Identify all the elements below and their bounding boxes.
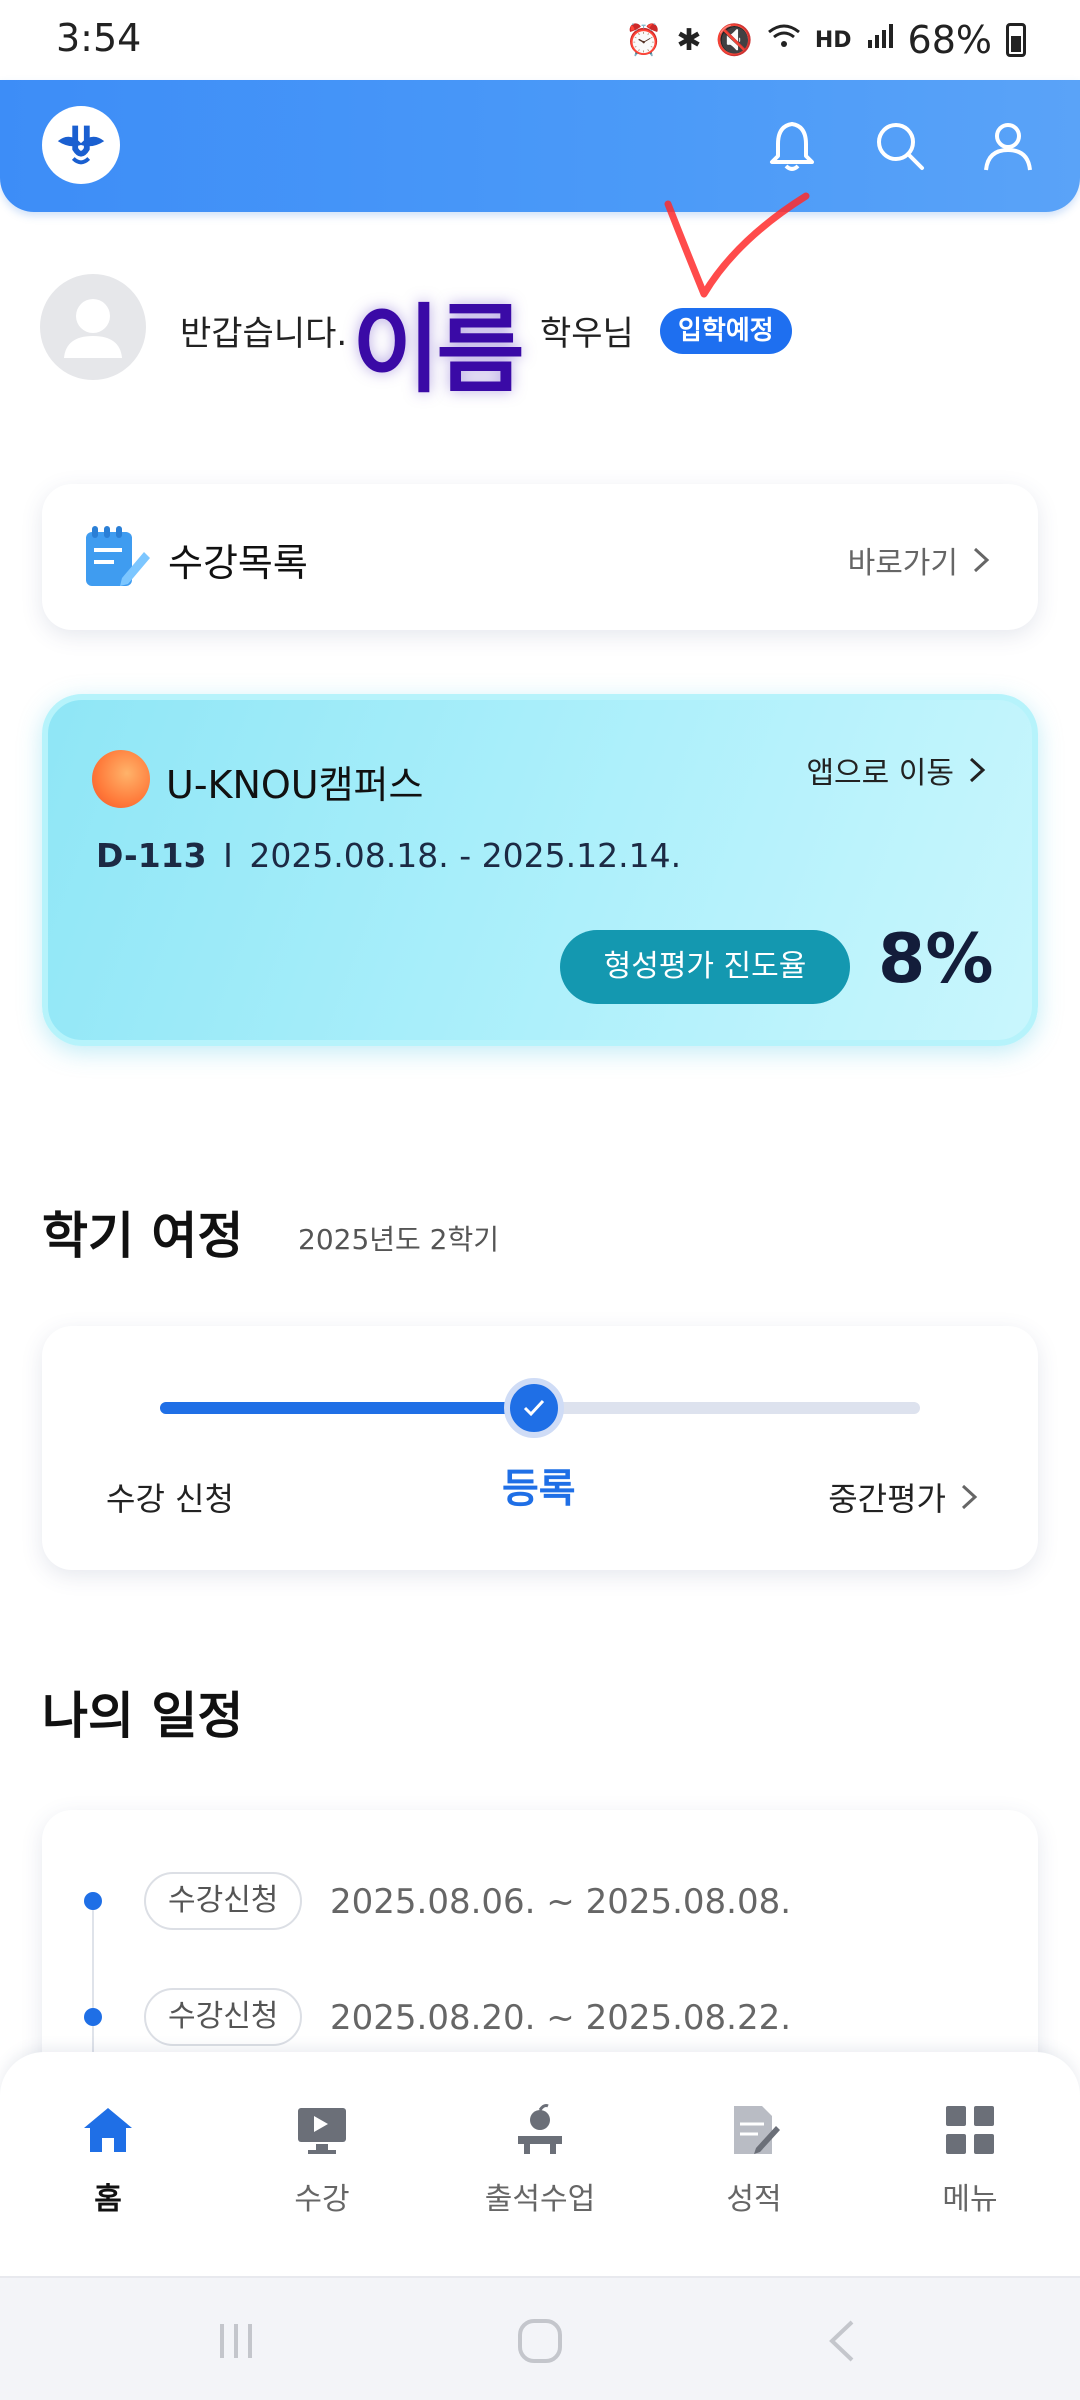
journey-section-title: 학기 여정 xyxy=(42,1207,244,1265)
app-header xyxy=(0,80,1080,212)
stage-previous: 수강 신청 xyxy=(106,1480,234,1518)
recent-apps-icon[interactable] xyxy=(206,2316,266,2366)
open-app-label: 앱으로 이동 xyxy=(806,756,954,791)
schedule-date: 2025.08.20. ~ 2025.08.22. xyxy=(330,1998,792,2038)
stage-next: 중간평가 xyxy=(828,1480,946,1518)
campus-title: U-KNOU캠퍼스 xyxy=(166,763,424,807)
progress-label-pill: 형성평가 진도율 xyxy=(560,930,850,1004)
course-list-card[interactable]: 수강목록 바로가기 xyxy=(42,484,1038,630)
open-app-link[interactable]: 앱으로 이동 xyxy=(806,748,986,792)
schedule-item[interactable]: 수강신청 2025.08.06. ~ 2025.08.08. xyxy=(42,1872,1038,1932)
user-name: 이름 xyxy=(352,294,525,406)
grades-icon xyxy=(734,2106,780,2154)
chevron-right-icon xyxy=(973,547,990,573)
journey-track-fill xyxy=(160,1402,540,1414)
schedule-item[interactable]: 수강신청 2025.08.20. ~ 2025.08.22. xyxy=(42,1988,1038,2048)
bottom-nav: 홈 수강 출석수업 성적 메뉴 xyxy=(0,2052,1080,2276)
avatar[interactable] xyxy=(40,274,146,380)
system-nav-bar xyxy=(0,2276,1080,2400)
status-icons: ⏰ ✱ 🔇 HD 68% xyxy=(625,18,1026,62)
menu-grid-icon xyxy=(946,2106,994,2154)
nav-item-menu[interactable]: 메뉴 xyxy=(880,2102,1060,2232)
schedule-date: 2025.08.06. ~ 2025.08.08. xyxy=(330,1882,792,1922)
dday-row: D-113 I 2025.08.18. - 2025.12.14. xyxy=(96,836,681,875)
nav-item-attendance-class[interactable]: 출석수업 xyxy=(450,2102,630,2232)
nav-label-home: 홈 xyxy=(94,2182,122,2217)
timeline-dot xyxy=(84,1892,102,1910)
battery-icon xyxy=(1006,23,1026,57)
check-icon xyxy=(523,1399,545,1417)
chevron-right-icon xyxy=(969,757,986,783)
greeting-prefix: 반갑습니다. xyxy=(180,314,348,354)
nav-label-attendance-class: 출석수업 xyxy=(484,2182,596,2217)
status-badge: 입학예정 xyxy=(660,308,792,354)
attendance-class-icon xyxy=(518,2104,562,2154)
journey-card: 수강 신청 등록 중간평가 xyxy=(42,1326,1038,1570)
hd-voice-icon: HD xyxy=(814,27,852,53)
nav-label-grades: 성적 xyxy=(726,2182,782,2217)
home-button-icon[interactable] xyxy=(510,2316,570,2366)
campus-logo-icon xyxy=(92,750,150,808)
dday-count: D-113 xyxy=(96,836,207,875)
app-logo[interactable] xyxy=(42,106,120,184)
status-bar: 3:54 ⏰ ✱ 🔇 HD 68% xyxy=(0,0,1080,80)
signal-icon xyxy=(866,22,894,58)
knou-logo-icon xyxy=(57,125,105,165)
campus-card[interactable]: U-KNOU캠퍼스 앱으로 이동 D-113 I 2025.08.18. - 2… xyxy=(42,694,1038,1046)
schedule-tag: 수강신청 xyxy=(144,1872,303,1930)
nav-item-home[interactable]: 홈 xyxy=(18,2102,198,2232)
greeting-suffix: 학우님 xyxy=(540,314,634,354)
nav-label-menu: 메뉴 xyxy=(942,2182,998,2217)
schedule-section-title: 나의 일정 xyxy=(42,1687,244,1745)
progress-percent: 8% xyxy=(878,920,994,999)
stage-current: 등록 xyxy=(502,1466,576,1512)
user-icon[interactable] xyxy=(978,116,1038,176)
term-period: 2025.08.18. - 2025.12.14. xyxy=(249,836,682,875)
dday-separator: I xyxy=(223,836,233,875)
battery-percent: 68% xyxy=(907,18,992,62)
alarm-icon: ⏰ xyxy=(624,22,663,58)
wifi-icon xyxy=(767,22,801,58)
greeting-row: 반갑습니다. 이름 학우님 입학예정 xyxy=(40,272,1040,406)
bell-icon[interactable] xyxy=(762,116,822,176)
nav-item-lecture[interactable]: 수강 xyxy=(232,2102,412,2232)
mute-icon: 🔇 xyxy=(715,22,753,58)
journey-subtitle: 2025년도 2학기 xyxy=(298,1223,500,1256)
search-icon[interactable] xyxy=(870,116,930,176)
goto-label: 바로가기 xyxy=(847,546,958,581)
schedule-tag: 수강신청 xyxy=(144,1988,303,2046)
nav-item-grades[interactable]: 성적 xyxy=(664,2102,844,2232)
bluetooth-icon: ✱ xyxy=(676,22,702,58)
nav-label-lecture: 수강 xyxy=(294,2182,350,2217)
status-time: 3:54 xyxy=(56,16,142,60)
stage-next-link[interactable]: 중간평가 xyxy=(828,1474,978,1520)
course-list-title: 수강목록 xyxy=(168,541,308,585)
notepad-icon xyxy=(86,526,150,586)
journey-current-marker xyxy=(504,1378,564,1438)
avatar-placeholder-icon xyxy=(64,299,122,358)
timeline-dot xyxy=(84,2008,102,2026)
lecture-icon xyxy=(298,2108,346,2154)
home-icon xyxy=(84,2108,132,2152)
course-list-goto-link[interactable]: 바로가기 xyxy=(848,538,990,582)
chevron-right-icon xyxy=(961,1484,978,1510)
back-icon[interactable] xyxy=(814,2316,874,2366)
